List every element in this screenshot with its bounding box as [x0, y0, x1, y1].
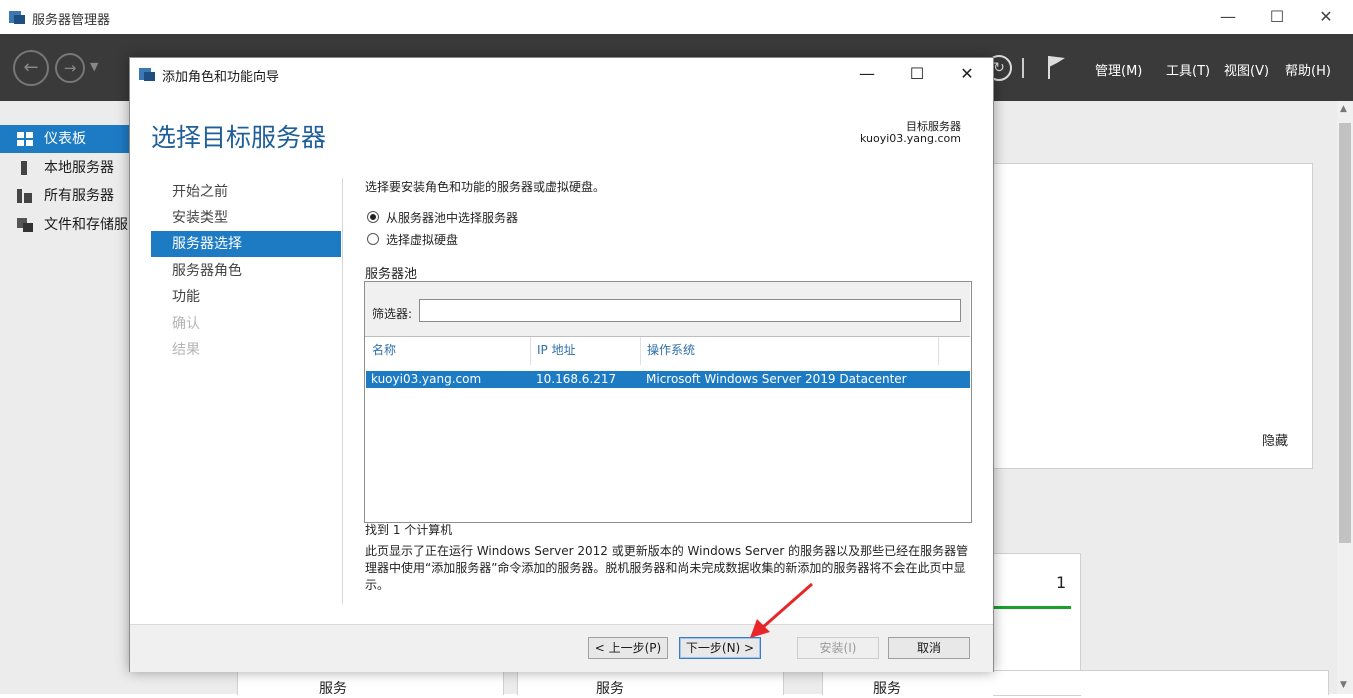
- scroll-up-icon[interactable]: ▲: [1340, 104, 1347, 114]
- column-divider[interactable]: [938, 337, 939, 365]
- step-installation-type[interactable]: 安装类型: [151, 205, 341, 231]
- scrollbar-thumb[interactable]: [1339, 123, 1351, 543]
- step-label: 服务器角色: [172, 263, 242, 279]
- minimize-button[interactable]: —: [1205, 0, 1251, 34]
- bottom-tile-label: 服务: [319, 681, 347, 697]
- column-header-os[interactable]: 操作系统: [647, 341, 695, 358]
- menu-help[interactable]: 帮助(H): [1285, 60, 1331, 79]
- step-label: 安装类型: [172, 210, 228, 226]
- instruction-text: 选择要安装角色和功能的服务器或虚拟硬盘。: [365, 180, 606, 194]
- scroll-down-icon[interactable]: ▼: [1340, 680, 1347, 690]
- step-server-selection[interactable]: 服务器选择: [151, 231, 341, 257]
- dialog-titlebar: 添加角色和功能向导 — ☐ ✕: [130, 58, 993, 89]
- sidebar-item-label: 本地服务器: [44, 160, 114, 176]
- step-label: 确认: [172, 316, 200, 332]
- tile-count: 1: [1056, 573, 1067, 592]
- welcome-panel: [993, 163, 1313, 469]
- sidebar-item-label: 仪表板: [44, 131, 86, 147]
- sidebar-item-dashboard[interactable]: 仪表板: [0, 125, 130, 153]
- sidebar-item-local-server[interactable]: 本地服务器: [0, 154, 130, 182]
- step-confirmation: 确认: [151, 311, 341, 337]
- cancel-button[interactable]: 取消: [888, 637, 970, 659]
- column-divider[interactable]: [530, 337, 531, 365]
- radio-label: 选择虚拟硬盘: [386, 233, 459, 247]
- wizard-icon: [139, 68, 155, 81]
- filter-label: 筛选器:: [372, 307, 413, 321]
- radio-label: 从服务器池中选择服务器: [386, 211, 519, 225]
- add-roles-wizard-dialog: 添加角色和功能向导 — ☐ ✕ 选择目标服务器 目标服务器 kuoyi03.ya…: [129, 57, 994, 672]
- step-features[interactable]: 功能: [151, 284, 341, 310]
- tile-status-bar: [993, 606, 1071, 609]
- radio-select-vhd[interactable]: 选择虚拟硬盘: [367, 231, 458, 248]
- dialog-title: 添加角色和功能向导: [162, 70, 280, 85]
- server-manager-icon: [9, 11, 25, 24]
- back-icon[interactable]: ←: [13, 50, 49, 86]
- window-title: 服务器管理器: [32, 13, 111, 28]
- sidebar-item-label: 文件和存储服: [44, 217, 128, 233]
- sidebar-item-all-servers[interactable]: 所有服务器: [0, 182, 130, 210]
- cell-os: Microsoft Windows Server 2019 Datacenter: [646, 372, 907, 386]
- annotation-arrow-icon: [750, 582, 813, 638]
- dialog-close-button[interactable]: ✕: [942, 58, 992, 89]
- dialog-minimize-button[interactable]: —: [842, 58, 892, 89]
- hide-link[interactable]: 隐藏: [1262, 430, 1288, 449]
- step-results: 结果: [151, 337, 341, 363]
- bottom-tile: [237, 670, 504, 695]
- previous-button[interactable]: < 上一步(P): [588, 637, 668, 659]
- radio-selected-icon[interactable]: [367, 211, 379, 223]
- filter-input[interactable]: [419, 299, 961, 322]
- bottom-tile: [517, 670, 784, 695]
- dialog-maximize-button[interactable]: ☐: [892, 58, 942, 89]
- step-label: 结果: [172, 342, 200, 358]
- column-header-name[interactable]: 名称: [372, 341, 396, 358]
- step-server-roles[interactable]: 服务器角色: [151, 258, 341, 284]
- column-header-ip[interactable]: IP 地址: [537, 341, 576, 358]
- servers-icon: [17, 189, 32, 203]
- storage-icon: [17, 218, 33, 232]
- bottom-tile-label: 服务: [873, 681, 901, 697]
- cell-ip: 10.168.6.217: [536, 372, 617, 386]
- page-title: 选择目标服务器: [151, 123, 327, 152]
- menu-tools[interactable]: 工具(T): [1166, 60, 1210, 79]
- maximize-button[interactable]: ☐: [1254, 0, 1300, 34]
- step-label: 服务器选择: [172, 236, 242, 252]
- history-dropdown-icon[interactable]: ▼: [90, 60, 98, 73]
- step-label: 开始之前: [172, 184, 228, 200]
- bottom-tile-label: 服务: [596, 681, 624, 697]
- close-button[interactable]: ✕: [1303, 0, 1349, 34]
- step-label: 功能: [172, 289, 200, 305]
- menu-view[interactable]: 视图(V): [1224, 60, 1269, 79]
- sidebar-item-file-storage[interactable]: 文件和存储服: [0, 211, 130, 239]
- server-pool-label: 服务器池: [365, 267, 418, 282]
- server-manager-titlebar: 服务器管理器 — ☐ ✕: [0, 0, 1353, 34]
- radio-select-from-pool[interactable]: 从服务器池中选择服务器: [367, 209, 518, 226]
- column-divider[interactable]: [640, 337, 641, 365]
- notifications-flag-icon[interactable]: [1045, 54, 1069, 80]
- cell-name: kuoyi03.yang.com: [371, 372, 482, 386]
- target-server-value: kuoyi03.yang.com: [860, 132, 961, 145]
- nav-divider: [342, 178, 343, 604]
- server-icon: [21, 161, 27, 175]
- forward-icon[interactable]: →: [55, 53, 85, 83]
- menu-manage[interactable]: 管理(M): [1095, 60, 1142, 79]
- toolbar-divider: [1022, 58, 1024, 78]
- radio-unselected-icon[interactable]: [367, 233, 379, 245]
- dashboard-icon: [17, 132, 33, 146]
- info-note: 此页显示了正在运行 Windows Server 2012 或更新版本的 Win…: [365, 544, 969, 592]
- found-count: 找到 1 个计算机: [365, 523, 453, 537]
- step-before-you-begin[interactable]: 开始之前: [151, 179, 341, 205]
- sidebar-item-label: 所有服务器: [44, 188, 114, 204]
